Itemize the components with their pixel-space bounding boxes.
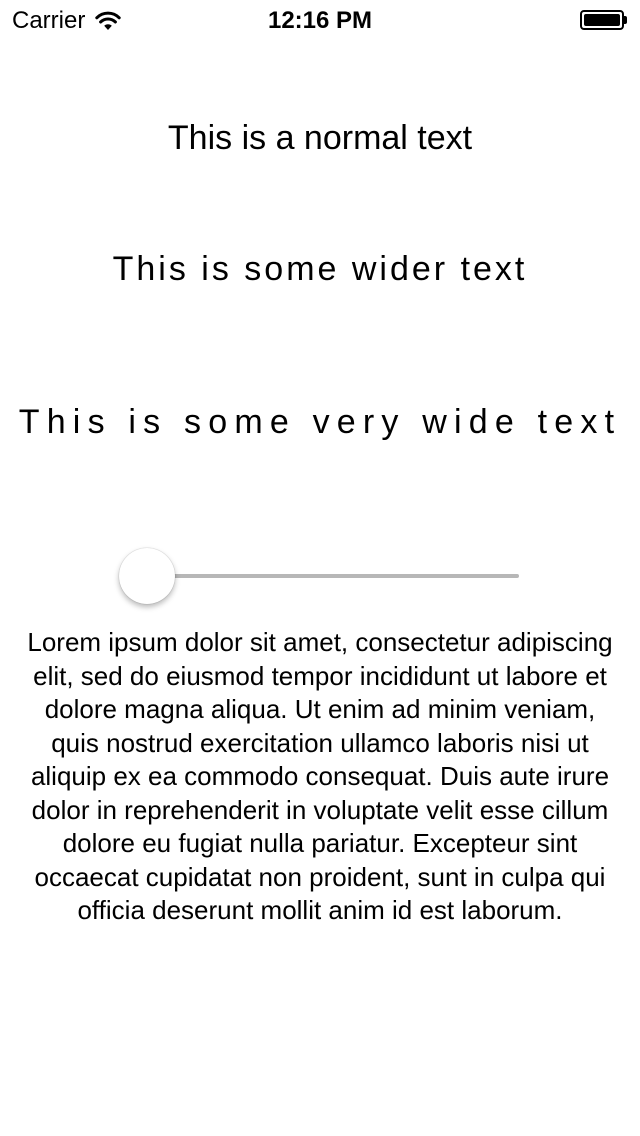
- wider-text-label: This is some wider text: [112, 250, 528, 288]
- status-bar: Carrier 12:16 PM: [0, 0, 640, 40]
- lorem-paragraph: Lorem ipsum dolor sit amet, consectetur …: [27, 627, 613, 925]
- slider-thumb[interactable]: [119, 548, 175, 604]
- letter-spacing-slider[interactable]: [119, 548, 521, 604]
- battery-full-icon: [580, 10, 628, 30]
- slider-track[interactable]: [147, 574, 519, 578]
- very-wide-text-label: This is some very wide text: [18, 403, 622, 441]
- status-time: 12:16 PM: [267, 7, 373, 34]
- normal-text-label: This is a normal text: [167, 119, 473, 157]
